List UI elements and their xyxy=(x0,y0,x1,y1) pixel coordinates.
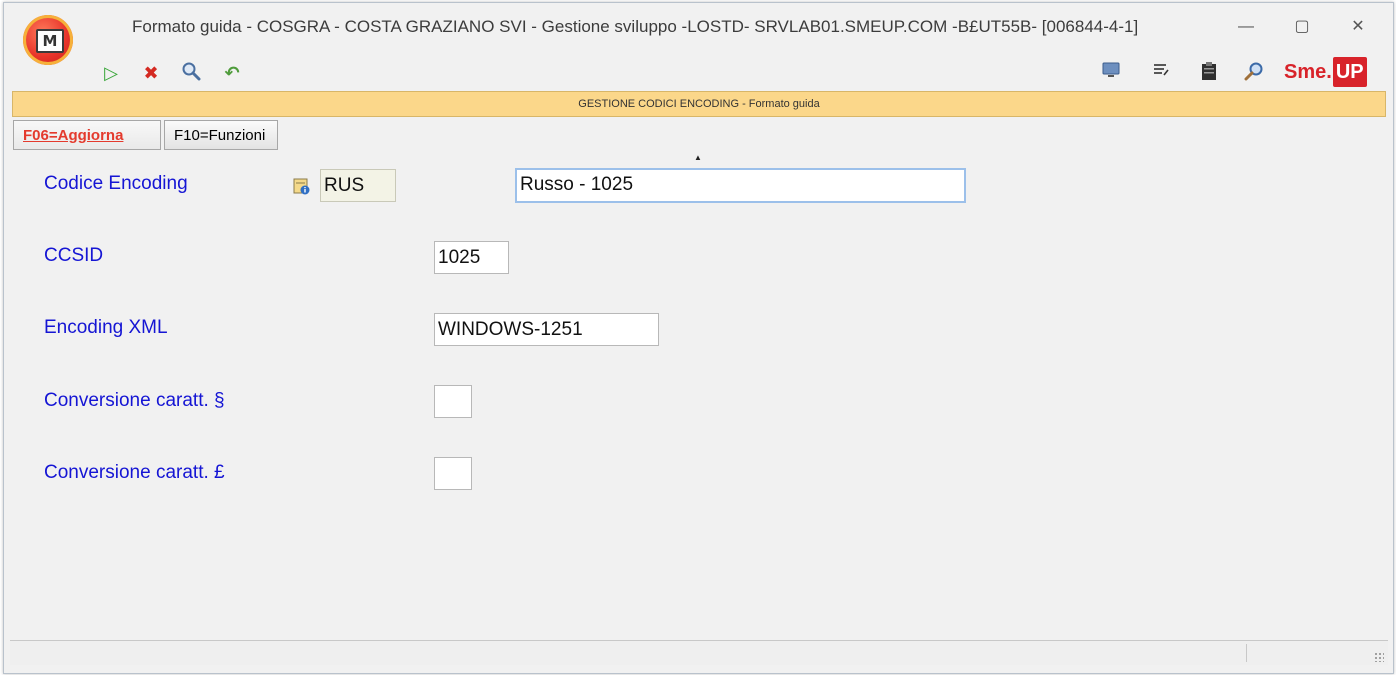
clipboard-icon[interactable] xyxy=(1197,61,1221,85)
magnifier-icon[interactable] xyxy=(1242,61,1266,85)
smeup-logo-text: Sme. xyxy=(1284,61,1332,83)
title-bar: M Formato guida - COSGRA - COSTA GRAZIAN… xyxy=(4,3,1393,93)
f06-aggiorna-button[interactable]: F06=Aggiorna xyxy=(13,120,161,150)
sort-indicator-icon: ▲ xyxy=(694,153,702,162)
cancel-icon[interactable]: ✖ xyxy=(139,61,163,85)
smeup-logo: Sme. UP xyxy=(1284,57,1374,87)
main-window: M Formato guida - COSGRA - COSTA GRAZIAN… xyxy=(3,2,1394,674)
conversione-sterlina-field[interactable] xyxy=(434,457,472,490)
encoding-xml-field[interactable]: WINDOWS-1251 xyxy=(434,313,659,346)
monitor-icon-graphic xyxy=(1102,62,1120,77)
clipboard-icon-graphic xyxy=(1202,62,1216,80)
status-bar xyxy=(10,640,1388,665)
resize-grip-icon[interactable] xyxy=(1374,652,1384,662)
smeup-logo-up: UP xyxy=(1332,57,1367,87)
maximize-button[interactable]: ▢ xyxy=(1288,15,1316,39)
notes-icon[interactable] xyxy=(1149,61,1173,85)
notes-icon-graphic xyxy=(1154,64,1169,76)
ccsid-field[interactable]: 1025 xyxy=(434,241,509,274)
magnifier-icon-graphic xyxy=(1244,62,1263,81)
codice-encoding-description[interactable]: Russo - 1025 xyxy=(515,168,966,203)
codice-encoding-label: Codice Encoding xyxy=(44,173,188,194)
screen-header: GESTIONE CODICI ENCODING - Formato guida xyxy=(12,91,1386,117)
monitor-icon[interactable] xyxy=(1099,61,1123,85)
app-logo-icon[interactable]: M xyxy=(23,15,73,65)
conversione-paragrafo-field[interactable] xyxy=(434,385,472,418)
back-icon[interactable]: ↶ xyxy=(220,61,244,85)
ccsid-label: CCSID xyxy=(44,245,104,266)
conversione-paragrafo-label: Conversione caratt. § xyxy=(44,390,225,411)
close-button[interactable]: ✕ xyxy=(1344,15,1372,39)
codice-encoding-field[interactable]: RUS xyxy=(320,169,396,202)
search-icon[interactable] xyxy=(179,61,203,85)
window-title: Formato guida - COSGRA - COSTA GRAZIANO … xyxy=(132,17,1139,36)
app-logo-letter: M xyxy=(36,29,64,53)
f10-funzioni-button[interactable]: F10=Funzioni xyxy=(164,120,278,150)
encoding-xml-label: Encoding XML xyxy=(44,317,168,338)
minimize-button[interactable]: — xyxy=(1232,15,1260,39)
search-icon-graphic xyxy=(182,62,201,81)
conversione-sterlina-label: Conversione caratt. £ xyxy=(44,462,225,483)
info-icon-graphic xyxy=(293,178,310,195)
info-icon[interactable] xyxy=(293,177,311,195)
status-separator xyxy=(1246,644,1247,662)
run-icon[interactable]: ▷ xyxy=(99,61,123,85)
